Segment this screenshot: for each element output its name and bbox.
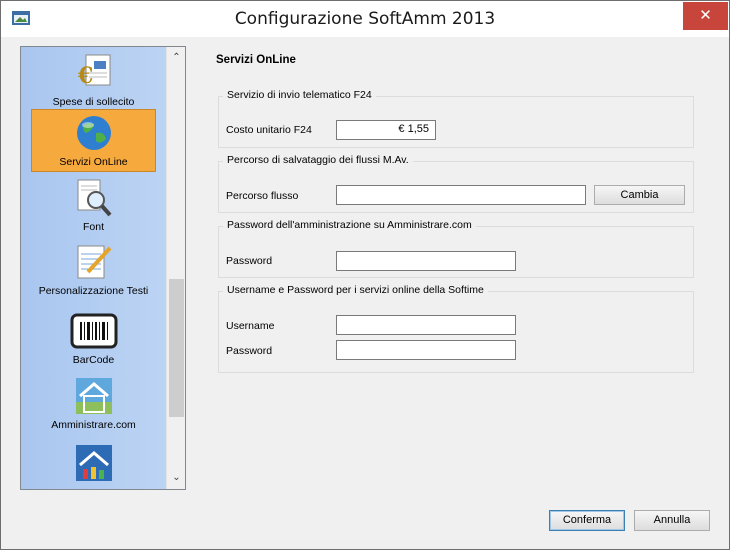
- sidebar-item-font[interactable]: Font: [31, 178, 156, 236]
- sidebar-scrollbar[interactable]: ⌃ ⌄: [166, 47, 185, 489]
- sidebar-item-label: Font: [82, 221, 104, 233]
- percorso-flusso-label: Percorso flusso: [226, 190, 299, 202]
- sidebar-item-amministrare-com[interactable]: Amministrare.com: [31, 376, 156, 434]
- annulla-button[interactable]: Annulla: [634, 510, 710, 531]
- sidebar-item-partial[interactable]: [31, 443, 156, 489]
- sidebar-item-label: Servizi OnLine: [59, 156, 128, 168]
- house-icon: [75, 378, 112, 414]
- dialog-window: Configurazione SoftAmm 2013 ✕ € Spese di…: [0, 0, 730, 550]
- group-f24: Servizio di invio telematico F24: [218, 89, 694, 148]
- scroll-up-button[interactable]: ⌃: [167, 49, 185, 67]
- percorso-flusso-field[interactable]: [336, 185, 586, 205]
- amministrare-password-field[interactable]: [336, 251, 516, 271]
- group-title: Servizio di invio telematico F24: [223, 89, 376, 101]
- title-bar: Configurazione SoftAmm 2013 ✕: [1, 1, 729, 37]
- softime-username-field[interactable]: [336, 315, 516, 335]
- page-title: Servizi OnLine: [216, 54, 296, 66]
- password-label: Password: [226, 255, 273, 267]
- close-button[interactable]: ✕: [683, 2, 728, 30]
- sidebar-item-label: BarCode: [72, 354, 115, 366]
- sidebar-item-label: Amministrare.com: [51, 419, 136, 431]
- sidebar-list: € Spese di sollecito Servizi OnLine Font…: [21, 47, 166, 489]
- globe-icon: [76, 116, 111, 150]
- sidebar-item-spese-di-sollecito[interactable]: € Spese di sollecito: [31, 53, 156, 108]
- sidebar-item-servizi-online[interactable]: Servizi OnLine: [31, 109, 156, 172]
- euro-document-icon: €: [77, 54, 110, 89]
- password-label: Password: [226, 345, 273, 357]
- scroll-down-button[interactable]: ⌄: [167, 469, 185, 487]
- group-title: Password dell'amministrazione su Amminis…: [223, 219, 476, 231]
- barcode-icon: [70, 313, 117, 349]
- sidebar-item-barcode[interactable]: BarCode: [31, 311, 156, 369]
- username-label: Username: [226, 320, 275, 332]
- sidebar: € Spese di sollecito Servizi OnLine Font…: [20, 46, 186, 490]
- notepad-pencil-icon: [77, 245, 111, 279]
- magnifier-document-icon: [77, 179, 111, 217]
- sidebar-item-personalizzazione-testi[interactable]: Personalizzazione Testi: [31, 242, 156, 300]
- group-title: Percorso di salvataggio dei flussi M.Av.: [223, 154, 413, 166]
- softime-password-field[interactable]: [336, 340, 516, 360]
- group-title: Username e Password per i servizi online…: [223, 284, 488, 296]
- sidebar-item-label: Spese di sollecito: [52, 96, 135, 108]
- cambia-button[interactable]: Cambia: [594, 185, 685, 205]
- svg-text:€: €: [77, 63, 93, 89]
- window-title: Configurazione SoftAmm 2013: [234, 9, 496, 29]
- sidebar-item-label: Personalizzazione Testi: [38, 285, 149, 297]
- costo-unitario-field[interactable]: € 1,55: [336, 120, 436, 140]
- house-chart-icon: [75, 445, 112, 481]
- conferma-button[interactable]: Conferma: [549, 510, 625, 531]
- costo-unitario-label: Costo unitario F24: [226, 124, 312, 136]
- scroll-thumb[interactable]: [169, 279, 184, 417]
